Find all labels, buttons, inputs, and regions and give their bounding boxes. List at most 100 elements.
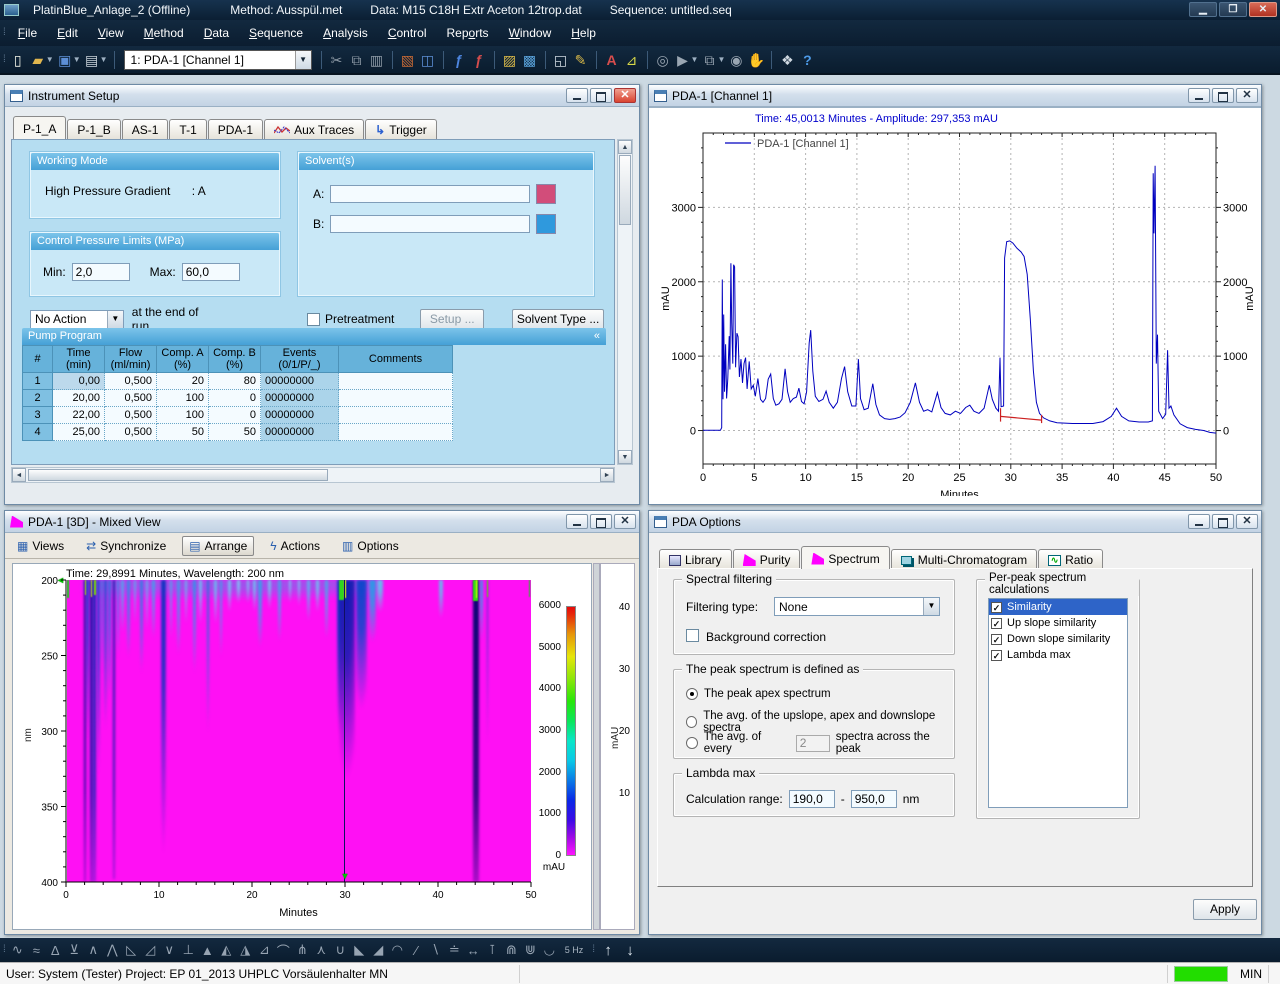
cell-r4-c3[interactable]: 50 — [157, 424, 209, 441]
mixed-view-title-bar[interactable]: PDA-1 [3D] - Mixed View ✕ — [5, 511, 639, 533]
tab-spectrum[interactable]: Spectrum — [801, 546, 889, 569]
solvent-type-button[interactable]: Solvent Type ... — [512, 309, 604, 330]
function-edit-icon[interactable]: ƒ — [450, 50, 468, 70]
app-close-button[interactable]: ✕ — [1249, 2, 1277, 17]
open-method-dropdown-icon[interactable]: ▼ — [46, 55, 54, 64]
range-to-field[interactable] — [851, 790, 897, 808]
print-dropdown-icon[interactable]: ▼ — [100, 55, 108, 64]
baseline-all-icon[interactable]: ≈ — [27, 943, 46, 958]
checked-checkbox[interactable]: ✓ — [991, 634, 1002, 645]
move-down-icon[interactable]: ↓ — [619, 942, 641, 959]
tab-as-1[interactable]: AS-1 — [122, 119, 169, 139]
menu-item-method[interactable]: Method — [134, 22, 194, 44]
cell-r3-c5[interactable]: 00000000 — [261, 407, 339, 424]
arrange-button[interactable]: ▤Arrange — [182, 536, 254, 556]
options-button[interactable]: ▥Options — [336, 537, 405, 555]
minimize-button[interactable] — [1188, 88, 1210, 103]
left-shoulder-icon[interactable]: ◭ — [217, 942, 236, 958]
end-action-select[interactable]: No Action ▼ — [30, 310, 124, 329]
stop-icon[interactable]: ✋ — [747, 50, 765, 70]
cell-r4-c6[interactable] — [339, 424, 453, 441]
minimize-button[interactable] — [1188, 514, 1210, 529]
extract-spectra-icon[interactable]: ⊿ — [623, 50, 641, 70]
fill-peak-icon[interactable]: ▲ — [198, 943, 217, 958]
per-peak-item-lambda-max[interactable]: ✓Lambda max — [989, 647, 1127, 663]
avg-every-count-field[interactable] — [796, 735, 830, 752]
cell-r1-c5[interactable]: 00000000 — [261, 373, 339, 390]
cell-r3-c0[interactable]: 3 — [23, 407, 53, 424]
menu-item-file[interactable]: File — [8, 22, 47, 44]
tab-t-1[interactable]: T-1 — [169, 119, 206, 139]
toolbar-grip[interactable]: ⁞ — [3, 55, 5, 65]
paste-icon[interactable]: ▥ — [368, 50, 386, 70]
horizontal-scrollbar[interactable]: ◄ ► — [11, 467, 615, 483]
cell-r3-c1[interactable]: 22,00 — [53, 407, 105, 424]
tangent-skim-icon[interactable]: ⊿ — [255, 942, 274, 958]
cell-r4-c1[interactable]: 25,00 — [53, 424, 105, 441]
merge-peaks-icon[interactable]: ⋏ — [312, 942, 331, 958]
pane-splitter[interactable] — [593, 563, 600, 930]
cell-r1-c6[interactable] — [339, 373, 453, 390]
per-peak-item-down-slope-similarity[interactable]: ✓Down slope similarity — [989, 631, 1127, 647]
maximize-button[interactable] — [1212, 88, 1234, 103]
cell-r1-c0[interactable]: 1 — [23, 373, 53, 390]
menu-item-control[interactable]: Control — [378, 22, 437, 44]
solvent-b-swatch[interactable] — [536, 214, 556, 234]
setup-button[interactable]: Setup ... — [420, 309, 484, 330]
wavelength-cursor-marker[interactable]: ◄ — [56, 576, 65, 585]
help-icon[interactable]: ? — [798, 50, 816, 70]
view-report-icon[interactable]: ▩ — [521, 50, 539, 70]
annotate-graph-icon[interactable]: ✎ — [572, 50, 590, 70]
background-correction-checkbox[interactable] — [686, 629, 699, 642]
maximize-button[interactable] — [590, 88, 612, 103]
start-integration-icon[interactable]: ◺ — [122, 942, 141, 958]
tab-aux-traces[interactable]: Aux Traces — [264, 119, 364, 139]
checked-checkbox[interactable]: ✓ — [991, 602, 1002, 613]
valley-baseline-icon[interactable]: ∪ — [331, 942, 350, 958]
instrument-setup-title-bar[interactable]: Instrument Setup ✕ — [5, 85, 639, 107]
cell-r2-c4[interactable]: 0 — [209, 390, 261, 407]
peak-info-icon[interactable]: ∆ — [46, 943, 65, 958]
close-button[interactable]: ✕ — [1236, 514, 1258, 529]
cell-r1-c4[interactable]: 80 — [209, 373, 261, 390]
per-peak-item-up-slope-similarity[interactable]: ✓Up slope similarity — [989, 615, 1127, 631]
review-icon[interactable]: ◉ — [727, 50, 745, 70]
cell-r2-c1[interactable]: 20,00 — [53, 390, 105, 407]
minimize-button[interactable] — [566, 514, 588, 529]
cell-r3-c4[interactable]: 0 — [209, 407, 261, 424]
overlay-spectra-icon[interactable]: A — [603, 50, 621, 70]
drop-perpendicular-icon[interactable]: ⋔ — [293, 942, 312, 958]
tab-p-1-b[interactable]: P-1_B — [67, 119, 120, 139]
save-icon[interactable]: ▣ — [56, 50, 74, 70]
apply-button[interactable]: Apply — [1193, 899, 1257, 920]
print-icon[interactable]: ▤ — [83, 50, 101, 70]
app-minimize-button[interactable]: ▁ — [1189, 2, 1217, 17]
trace-window-icon[interactable]: ◫ — [419, 50, 437, 70]
valley-to-valley-icon[interactable]: ∨ — [160, 942, 179, 958]
menu-grip[interactable]: ⁞ — [3, 28, 5, 38]
integration-grip[interactable]: ⁞ — [3, 945, 5, 955]
solvent-a-swatch[interactable] — [536, 184, 556, 204]
sequence-run-icon[interactable]: ⧉ — [700, 50, 718, 70]
tab-multi-chromatogram[interactable]: Multi-Chromatogram — [891, 549, 1037, 569]
cell-r4-c0[interactable]: 4 — [23, 424, 53, 441]
graph-setup-icon[interactable]: ◱ — [552, 50, 570, 70]
retention-time-icon[interactable]: ⊺ — [483, 942, 502, 958]
checked-checkbox[interactable]: ✓ — [991, 618, 1002, 629]
menu-item-analysis[interactable]: Analysis — [313, 22, 378, 44]
cut-icon[interactable]: ✂ — [328, 50, 346, 70]
tab-library[interactable]: Library — [659, 549, 732, 569]
single-run-dropdown-icon[interactable]: ▼ — [691, 55, 699, 64]
filtering-type-select[interactable]: None ▼ — [774, 597, 940, 616]
app-maximize-button[interactable]: ❐ — [1219, 2, 1247, 17]
single-run-icon[interactable]: ▶ — [674, 50, 692, 70]
heatmap-canvas[interactable]: ▼ — [67, 580, 531, 882]
cell-r3-c6[interactable] — [339, 407, 453, 424]
heatmap-view[interactable]: Time: 29,8991 Minutes, Wavelength: 200 n… — [12, 563, 592, 930]
chromatogram-plot[interactable]: 0510152025303540455000100010002000200030… — [655, 122, 1261, 499]
actions-button[interactable]: ϟActions — [264, 537, 326, 555]
solvent-a-field[interactable] — [330, 185, 530, 203]
maximize-button[interactable] — [1212, 514, 1234, 529]
tab-trigger[interactable]: ↳Trigger — [365, 119, 437, 139]
threshold-icon[interactable]: ≐ — [445, 942, 464, 958]
